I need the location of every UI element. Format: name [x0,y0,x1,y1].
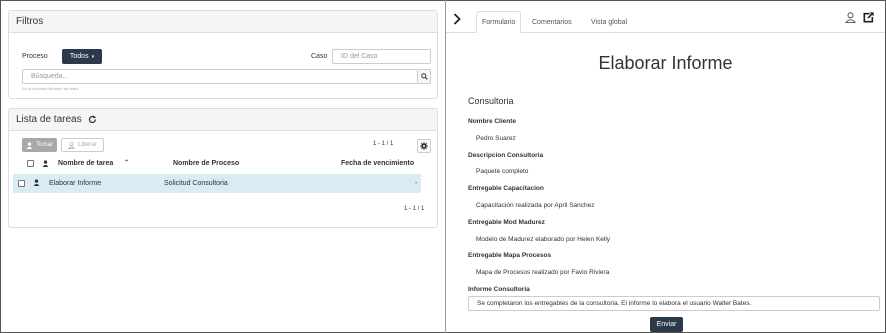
task-list-header: Lista de tareas [9,109,437,131]
section-title: Consultoria [468,96,514,106]
task-list-title: Lista de tareas [16,114,82,125]
column-due-date[interactable]: Fecha de vencimiento [341,160,414,167]
caret-down-icon: ▾ [91,53,95,60]
column-process-name[interactable]: Nombre de Proceso [173,160,239,167]
gear-icon [420,142,428,150]
report-label: Informe Consultoria [468,286,530,293]
release-button[interactable]: Liberar [61,138,104,152]
field-value: Paquete completo [476,168,529,175]
select-all-checkbox[interactable] [27,160,34,167]
task-detail-panel: Formulario Comentarios Vista global Elab… [446,0,885,333]
assigned-user-icon [33,179,40,186]
search-icon [420,73,428,80]
search-input-placeholder: Búsqueda... [31,73,69,80]
process-label: Proceso [22,53,48,60]
case-input-placeholder: ID del Caso [341,53,378,60]
external-link-icon[interactable] [863,12,874,23]
pager-top: 1 - 1 / 1 [373,141,394,147]
case-input[interactable]: ID del Caso [332,49,431,64]
field-value: Modelo de Madurez elaborado por Helen Ke… [476,236,611,243]
field-label: Entregable Mod Madurez [468,219,545,226]
field-label: Entregable Mapa Procesos [468,252,552,259]
column-task-name[interactable]: Nombre de tarea [58,160,113,167]
tab-formulario[interactable]: Formulario [476,11,522,33]
field-label: Nombre Cliente [468,118,517,125]
filters-title: Filtros [9,11,437,33]
left-panel: Filtros Proceso Todos ▾ Caso ID del Caso… [8,10,438,228]
detail-tabs: Formulario Comentarios Vista global [446,10,885,33]
form-title: Elaborar Informe [598,53,733,73]
filters-panel: Filtros Proceso Todos ▾ Caso ID del Caso… [8,10,438,99]
field-value: Pedro Suarez [476,135,516,142]
search-button[interactable] [418,69,431,84]
assignee-column-icon [42,160,49,167]
release-label: Liberar [78,142,97,148]
settings-button[interactable] [417,139,431,153]
field-label: Entregable Capacitacion [468,185,544,192]
row-task-name[interactable]: Elaborar Informe [49,180,101,187]
take-label: Tomar [36,142,53,148]
process-dropdown[interactable]: Todos ▾ [62,49,102,64]
task-list-panel: Lista de tareas Tomar Liberar 1 - 1 / 1 [8,108,438,228]
pager-bottom: 1 - 1 / 1 [404,206,425,212]
search-hint: En la columna Nombre de tarea [22,86,79,91]
field-label: Descripcion Consultoria [468,152,544,159]
user-icon [26,141,33,149]
field-value: Mapa de Procesos realizado por Favio Riv… [476,269,610,276]
tab-vista-global[interactable]: Vista global [586,11,632,33]
assign-user-icon[interactable] [845,12,856,23]
process-dropdown-value: Todos [69,53,89,60]
field-value: Capacitación realizada por April Sanchez [476,202,595,209]
sort-asc-icon[interactable]: ⌃ [124,159,129,166]
row-checkbox[interactable] [18,180,25,187]
report-input[interactable]: Se completaron los entregables de la con… [468,296,880,311]
tab-comentarios[interactable]: Comentarios [527,11,577,33]
row-due-date: - [415,180,418,187]
user-outline-icon [68,141,76,149]
row-process-name: Solicitud Consultoria [164,180,228,187]
submit-button[interactable]: Enviar [650,317,683,332]
search-input[interactable]: Búsqueda... [22,69,418,84]
table-row[interactable]: Elaborar Informe Solicitud Consultoria - [13,174,421,193]
refresh-icon[interactable] [88,115,97,124]
case-label: Caso [311,53,328,60]
take-button[interactable]: Tomar [22,138,57,152]
